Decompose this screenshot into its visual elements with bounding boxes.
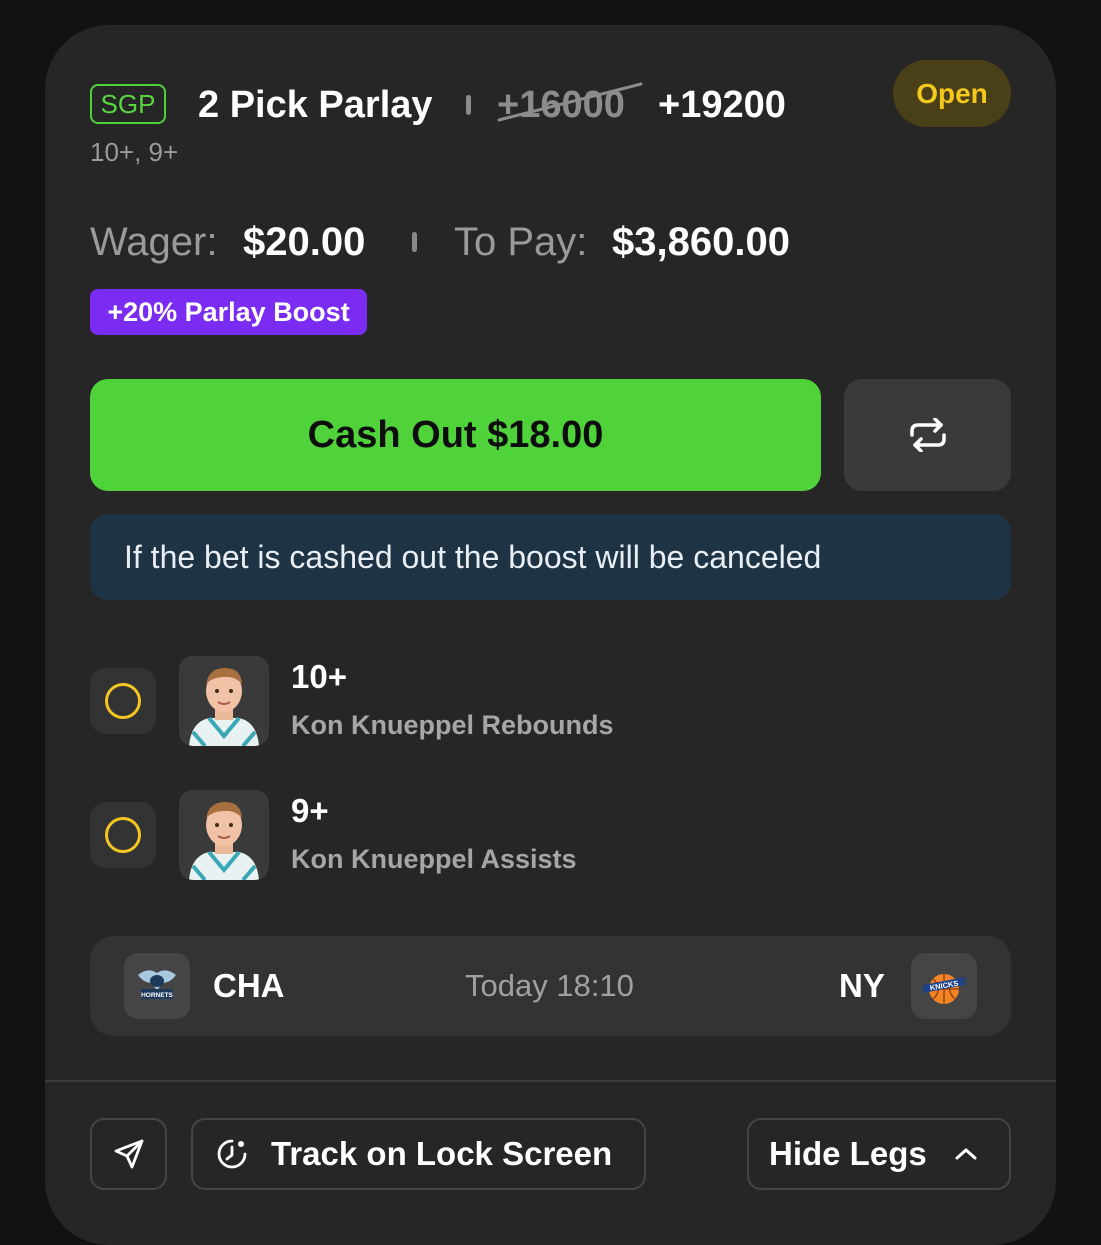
game-time: Today 18:10 (465, 968, 634, 1003)
leg-market: Kon Knueppel Rebounds (291, 710, 614, 740)
odds-strikethrough (497, 82, 643, 122)
player-headshot (179, 790, 269, 880)
topay-value: $3,860.00 (612, 220, 790, 264)
leg-line: 9+ (291, 792, 329, 829)
share-button[interactable] (90, 1118, 167, 1190)
footer-divider (45, 1080, 1056, 1082)
clock-icon (217, 1139, 247, 1169)
wager-value: $20.00 (243, 220, 366, 264)
leg-status-indicator (90, 802, 156, 868)
cashout-notice: If the bet is cashed out the boost will … (90, 514, 1011, 600)
pending-circle-icon (105, 683, 141, 719)
knicks-logo-icon: KNICKS (911, 953, 977, 1019)
leg-status-indicator (90, 668, 156, 734)
bet-subtitle: 10+, 9+ (90, 137, 179, 167)
topay-label: To Pay: (454, 220, 588, 264)
chevron-up-icon (955, 1148, 977, 1160)
player-headshot (179, 656, 269, 746)
leg-market: Kon Knueppel Assists (291, 844, 577, 874)
hide-legs-button[interactable]: Hide Legs (747, 1118, 1011, 1190)
bet-title: 2 Pick Parlay (198, 84, 433, 126)
away-team-abbr: NY (839, 967, 885, 1004)
hornets-logo-icon: HORNETS (124, 953, 190, 1019)
wager-label: Wager: (90, 220, 218, 264)
pending-circle-icon (105, 817, 141, 853)
separator (466, 95, 471, 115)
leg-line: 10+ (291, 658, 347, 695)
parlay-boost-badge: +20% Parlay Boost (90, 289, 367, 335)
boosted-odds: +19200 (658, 84, 786, 126)
repeat-icon (909, 418, 946, 452)
status-badge: Open (893, 60, 1011, 127)
hide-legs-label: Hide Legs (769, 1135, 927, 1172)
bet-card (45, 25, 1056, 1245)
cash-out-button[interactable]: Cash Out $18.00 (90, 379, 821, 491)
home-team-abbr: CHA (213, 967, 285, 1004)
svg-text:HORNETS: HORNETS (141, 992, 173, 999)
repeat-bet-button[interactable] (844, 379, 1011, 491)
separator (412, 232, 417, 252)
track-lock-screen-button[interactable]: Track on Lock Screen (191, 1118, 646, 1190)
send-icon (114, 1139, 143, 1169)
sgp-badge: SGP (90, 84, 166, 124)
track-lock-screen-label: Track on Lock Screen (271, 1135, 613, 1172)
